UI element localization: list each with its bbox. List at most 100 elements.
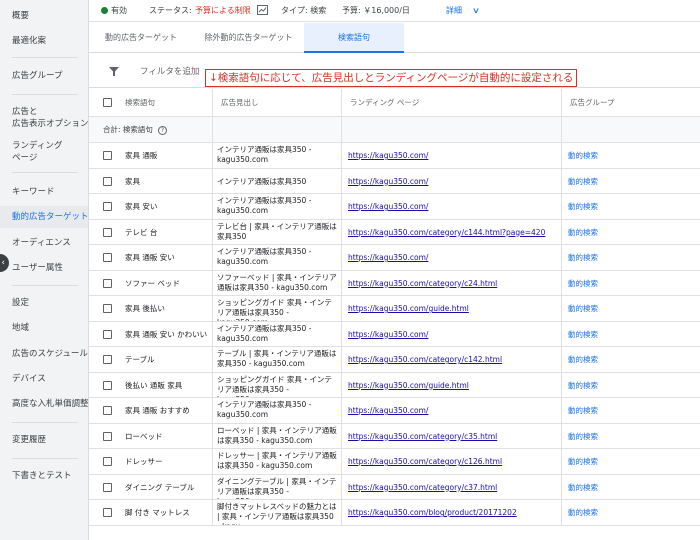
- sidebar-item-keywords[interactable]: キーワード: [12, 186, 55, 198]
- sidebar-item-devices[interactable]: デバイス: [12, 373, 46, 385]
- search-term: ドレッサー: [125, 457, 163, 466]
- header-headline[interactable]: 広告見出し: [213, 89, 342, 116]
- row-checkbox[interactable]: [103, 355, 112, 364]
- sidebar-item-demographics[interactable]: ユーザー属性: [12, 262, 63, 274]
- search-terms-table: 検索語句 広告見出し ランディング ページ 広告グループ 合計: 検索語句? 家…: [89, 89, 700, 526]
- sidebar-item-overview[interactable]: 概要: [12, 10, 29, 22]
- landing-page-link[interactable]: https://kagu350.com/category/c142.html: [348, 355, 502, 364]
- ad-group-link[interactable]: 動的検索: [562, 194, 700, 219]
- row-checkbox[interactable]: [103, 508, 112, 517]
- landing-page-link[interactable]: https://kagu350.com/: [348, 177, 428, 186]
- budget: 予算: ￥16,000/日: [342, 6, 410, 15]
- landing-page-link[interactable]: https://kagu350.com/category/c144.html?p…: [348, 228, 545, 237]
- landing-page-link[interactable]: https://kagu350.com/: [348, 253, 428, 262]
- table-row: ダイニング テーブル ダイニングテーブル | 家具・インテリア通販は家具350 -…: [89, 474, 700, 500]
- search-term-cell: 家具 後払い: [89, 296, 213, 321]
- row-checkbox[interactable]: [103, 253, 112, 262]
- landing-page-cell: https://kagu350.com/category/c35.html: [342, 423, 562, 448]
- ad-group-link[interactable]: 動的検索: [562, 449, 700, 474]
- trend-icon[interactable]: [257, 5, 268, 17]
- header-ad-group[interactable]: 広告グループ: [562, 89, 700, 116]
- status-enabled: 有効: [101, 5, 127, 17]
- sidebar-item-ads-extensions[interactable]: 広告と 広告表示オプション: [12, 106, 89, 130]
- landing-page-cell: https://kagu350.com/category/c144.html?p…: [342, 219, 562, 244]
- ad-group-link[interactable]: 動的検索: [562, 296, 700, 321]
- ad-group-link[interactable]: 動的検索: [562, 475, 700, 500]
- select-all-checkbox[interactable]: [103, 98, 112, 107]
- landing-page-cell: https://kagu350.com/: [342, 168, 562, 193]
- search-term-cell: 家具: [89, 168, 213, 193]
- ad-group-link[interactable]: 動的検索: [562, 271, 700, 296]
- sidebar-item-recommendations[interactable]: 最適化案: [12, 35, 46, 47]
- annotation-callout: ↓検索語句に応じて、広告見出しとランディングページが自動的に設定される: [205, 69, 578, 87]
- sidebar-item-bid-adjustments[interactable]: 高度な入札単価調整: [12, 398, 89, 410]
- landing-page-link[interactable]: https://kagu350.com/category/c35.html: [348, 432, 497, 441]
- row-checkbox[interactable]: [103, 202, 112, 211]
- filter-icon[interactable]: [109, 67, 119, 76]
- row-checkbox[interactable]: [103, 176, 112, 186]
- tab-search-terms[interactable]: 検索語句: [304, 23, 404, 53]
- landing-page-link[interactable]: https://kagu350.com/category/c126.html: [348, 457, 502, 466]
- landing-page-link[interactable]: https://kagu350.com/: [348, 330, 428, 339]
- sidebar-item-dynamic-targets[interactable]: 動的広告ターゲット: [0, 206, 89, 228]
- ad-group-link[interactable]: 動的検索: [562, 245, 700, 270]
- landing-page-link[interactable]: https://kagu350.com/: [348, 202, 428, 211]
- tab-dynamic-targets[interactable]: 動的広告ターゲット: [89, 23, 193, 53]
- help-icon[interactable]: ?: [157, 126, 167, 135]
- ad-group-link[interactable]: 動的検索: [562, 347, 700, 372]
- row-checkbox[interactable]: [103, 329, 112, 339]
- sidebar-item-ad-schedule[interactable]: 広告のスケジュール: [12, 348, 88, 360]
- sidebar-item-drafts-experiments[interactable]: 下書きとテスト: [12, 470, 72, 482]
- details-link[interactable]: 詳細 ∨: [446, 5, 480, 17]
- search-term: テーブル: [125, 355, 155, 364]
- table-row: 脚 付き マットレス 脚付きマットレスベッドの魅力とは | 家具・インテリア通販は…: [89, 500, 700, 526]
- landing-page-link[interactable]: https://kagu350.com/guide.html: [348, 381, 469, 390]
- status-value[interactable]: 予算による制限: [195, 5, 251, 17]
- row-checkbox[interactable]: [103, 227, 112, 237]
- headline-cell: 脚付きマットレスベッドの魅力とは | 家具・インテリア通販は家具350 - ka…: [213, 500, 342, 525]
- landing-page-cell: https://kagu350.com/: [342, 143, 562, 168]
- sidebar-item-change-history[interactable]: 変更履歴: [12, 434, 46, 446]
- row-checkbox[interactable]: [103, 431, 112, 441]
- search-term-cell: テーブル: [89, 347, 213, 372]
- landing-page-link[interactable]: https://kagu350.com/category/c37.html: [348, 483, 497, 492]
- ad-group-link[interactable]: 動的検索: [562, 143, 700, 168]
- ad-group-link[interactable]: 動的検索: [562, 169, 700, 194]
- row-checkbox[interactable]: [103, 380, 112, 390]
- search-term: 家具 後払い: [125, 304, 165, 313]
- sidebar-item-ad-groups[interactable]: 広告グループ: [12, 70, 63, 82]
- search-term-cell: ダイニング テーブル: [89, 474, 213, 499]
- landing-page-link[interactable]: https://kagu350.com/category/c24.html: [348, 279, 497, 288]
- table-row: テレビ 台 テレビ台 | 家具・インテリア通販は家具350 https://kagu…: [89, 219, 700, 245]
- header-landing-page[interactable]: ランディング ページ: [342, 89, 562, 116]
- row-checkbox[interactable]: [103, 304, 112, 313]
- ad-group-link[interactable]: 動的検索: [562, 322, 700, 347]
- sidebar-item-locations[interactable]: 地域: [12, 322, 29, 334]
- headline-cell: テーブル | 家具・インテリア通販は家具350 - kagu350.com: [213, 347, 342, 372]
- ad-group-link[interactable]: 動的検索: [562, 220, 700, 245]
- landing-page-link[interactable]: https://kagu350.com/guide.html: [348, 304, 469, 313]
- ad-group-link[interactable]: 動的検索: [562, 500, 700, 525]
- tab-excluded-dynamic-targets[interactable]: 除外動的広告ターゲット: [193, 23, 304, 53]
- sidebar-item-settings[interactable]: 設定: [12, 297, 29, 309]
- ad-group-link[interactable]: 動的検索: [562, 424, 700, 449]
- row-checkbox[interactable]: [103, 406, 112, 415]
- sidebar-item-landing-pages[interactable]: ランディング ページ: [12, 140, 62, 164]
- chevron-down-icon: ∨: [471, 6, 480, 15]
- ad-group-link[interactable]: 動的検索: [562, 398, 700, 423]
- sidebar-item-audiences[interactable]: オーディエンス: [12, 237, 71, 249]
- row-checkbox[interactable]: [103, 482, 112, 492]
- row-checkbox[interactable]: [103, 278, 112, 288]
- landing-page-cell: https://kagu350.com/: [342, 245, 562, 270]
- header-search-term[interactable]: 検索語句: [89, 89, 213, 116]
- row-checkbox[interactable]: [103, 457, 112, 466]
- search-term: 後払い 通販 家具: [125, 380, 183, 390]
- add-filter-button[interactable]: フィルタを追加: [140, 66, 199, 78]
- landing-page-link[interactable]: https://kagu350.com/blog/product/2017120…: [348, 508, 517, 517]
- landing-page-link[interactable]: https://kagu350.com/: [348, 406, 428, 415]
- landing-page-cell: https://kagu350.com/guide.html: [342, 372, 562, 397]
- ad-group-link[interactable]: 動的検索: [562, 373, 700, 398]
- status-dot-icon: [101, 7, 108, 14]
- landing-page-link[interactable]: https://kagu350.com/: [348, 151, 428, 160]
- row-checkbox[interactable]: [103, 151, 112, 160]
